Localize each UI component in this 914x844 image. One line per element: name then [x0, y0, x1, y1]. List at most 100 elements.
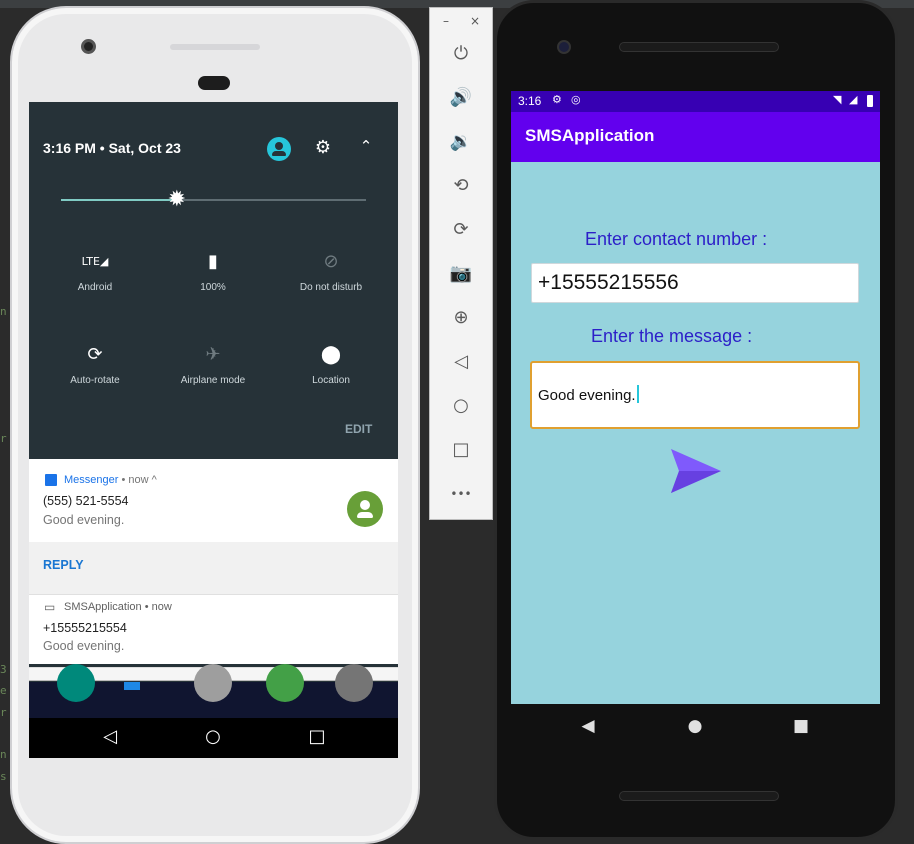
text-cursor	[636, 385, 639, 403]
location-pin-icon: ⬤	[320, 344, 342, 365]
notification-app-label: SMSApplication	[64, 601, 142, 613]
back-icon[interactable]: ◁	[95, 726, 125, 747]
data-saver-icon: ◎	[571, 93, 581, 106]
ide-code-fragment: e	[0, 684, 7, 697]
contact-avatar-icon	[347, 491, 383, 527]
ide-code-fragment: n	[0, 748, 7, 761]
volume-up-icon[interactable]: 🔊	[430, 83, 492, 113]
battery-icon	[867, 95, 873, 107]
ide-code-fragment: r	[0, 706, 7, 719]
reply-button[interactable]: REPLY	[43, 558, 84, 572]
notification-shade: 3:16 PM • Sat, Oct 23 ⚙ ⌃ ✹ LTE◢ Android ▮…	[29, 102, 398, 758]
app-icon	[57, 664, 95, 702]
quick-setting-label: Airplane mode	[180, 375, 246, 386]
lte-signal-icon: LTE◢	[81, 255, 109, 268]
message-label: Enter the message :	[591, 326, 753, 346]
wifi-icon: ◥	[833, 93, 842, 106]
ide-code-fragment: s	[0, 770, 7, 783]
rotate-right-icon[interactable]: ⟳	[430, 215, 492, 245]
ide-code-fragment: 3	[0, 663, 7, 676]
airplane-icon: ✈	[205, 344, 221, 365]
speaker-grille	[170, 44, 260, 50]
minimize-button[interactable]: –	[443, 14, 449, 28]
notification-app-label: Messenger	[64, 474, 119, 486]
message-value: Good evening.	[538, 387, 636, 404]
collapse-chevron-icon[interactable]: ⌃	[354, 137, 378, 155]
battery-charging-icon: ▮	[208, 251, 218, 272]
front-camera-icon	[81, 39, 96, 54]
notification-body: Good evening.	[43, 639, 125, 653]
messenger-app-icon	[45, 474, 57, 486]
app-icon	[266, 664, 304, 702]
back-icon[interactable]: ◁	[430, 347, 492, 377]
quick-setting-label: Auto-rotate	[70, 375, 120, 386]
app-icon	[124, 682, 140, 690]
notification-actions: REPLY	[29, 542, 398, 594]
ide-code-fragment: n	[0, 305, 7, 318]
speaker-grille	[619, 42, 779, 52]
home-icon[interactable]: ●	[680, 716, 710, 736]
contact-number-label: Enter contact number :	[585, 229, 768, 249]
quick-setting-tile[interactable]: ✈ Airplane mode	[158, 341, 268, 386]
home-icon[interactable]: ○	[430, 391, 492, 421]
user-account-icon[interactable]	[267, 137, 291, 161]
overview-icon[interactable]: □	[302, 726, 332, 747]
notification-time: • now	[144, 601, 172, 613]
earpiece	[198, 76, 230, 90]
notification-time: • now ^	[121, 474, 157, 486]
status-time: 3:16	[518, 94, 542, 108]
close-button[interactable]: ×	[470, 14, 480, 28]
quick-setting-tile[interactable]: ⊘ Do not disturb	[276, 248, 386, 293]
emulator-navigation-bar: ◀ ● ■	[511, 704, 880, 748]
settings-gear-icon: ⚙	[552, 93, 562, 106]
rotate-left-icon[interactable]: ⟲	[430, 171, 492, 201]
back-icon[interactable]: ◀	[573, 716, 603, 736]
app-bar: SMSApplication	[511, 112, 880, 162]
notification-app-name: SMSApplication • now	[64, 601, 172, 613]
ide-code-fragment: r	[0, 432, 7, 445]
power-icon[interactable]: ⏻	[430, 39, 492, 69]
quick-setting-label: Android	[77, 282, 113, 293]
emulator-toolbar: – × ⏻ 🔊 🔉 ⟲ ⟳ 📷 ⊕ ◁ ○ □ •••	[429, 7, 493, 520]
messenger-notification[interactable]: Messenger • now ^ (555) 521-5554 Good ev…	[29, 459, 398, 542]
quick-setting-label: Location	[312, 375, 350, 386]
send-arrow-shade	[671, 471, 721, 493]
front-camera-icon	[557, 40, 571, 54]
camera-icon[interactable]: 📷	[430, 259, 492, 289]
navigation-bar: ◁ ○ □	[29, 718, 398, 758]
signal-icon: ◢	[849, 93, 858, 106]
notification-title: +15555215554	[43, 621, 127, 635]
send-button[interactable]	[667, 445, 725, 497]
app-title: SMSApplication	[525, 126, 655, 145]
contact-number-value: +15555215556	[538, 271, 679, 294]
do-not-disturb-icon: ⊘	[323, 251, 339, 272]
quick-setting-tile[interactable]: ⬤ Location	[276, 341, 386, 386]
quick-setting-tile[interactable]: ▮ 100%	[158, 248, 268, 293]
notification-title: (555) 521-5554	[43, 494, 129, 508]
sms-app-screen: 3:16 ⚙ ◎ ◥ ◢ SMSApplication Enter contac…	[511, 91, 880, 704]
overview-icon[interactable]: □	[430, 435, 492, 465]
quick-setting-label: 100%	[200, 282, 226, 293]
quick-setting-label: Do not disturb	[299, 282, 363, 293]
edit-tiles-link[interactable]: EDIT	[345, 422, 372, 436]
settings-gear-icon[interactable]: ⚙	[311, 137, 335, 158]
quick-setting-tile[interactable]: LTE◢ Android	[40, 248, 150, 293]
app-icon	[194, 664, 232, 702]
message-input[interactable]: Good evening.	[530, 361, 860, 429]
contact-number-input[interactable]: +15555215556	[531, 263, 859, 303]
zoom-icon[interactable]: ⊕	[430, 303, 492, 333]
volume-down-icon[interactable]: 🔉	[430, 127, 492, 157]
smsapplication-notification[interactable]: ▭ SMSApplication • now +15555215554 Good…	[29, 594, 398, 664]
status-bar: 3:16 ⚙ ◎ ◥ ◢	[511, 91, 880, 112]
speaker-grille-bottom	[619, 791, 779, 801]
brightness-sun-icon[interactable]: ✹	[165, 188, 189, 212]
more-icon[interactable]: •••	[430, 479, 492, 509]
quick-setting-tile[interactable]: ⟳ Auto-rotate	[40, 341, 150, 386]
message-app-icon: ▭	[44, 600, 56, 614]
overview-icon[interactable]: ■	[786, 716, 816, 736]
app-icon	[335, 664, 373, 702]
notification-body: Good evening.	[43, 513, 125, 527]
notification-app-name: Messenger • now ^	[64, 474, 157, 486]
home-screen-peek	[29, 664, 398, 718]
home-icon[interactable]: ○	[198, 726, 228, 747]
